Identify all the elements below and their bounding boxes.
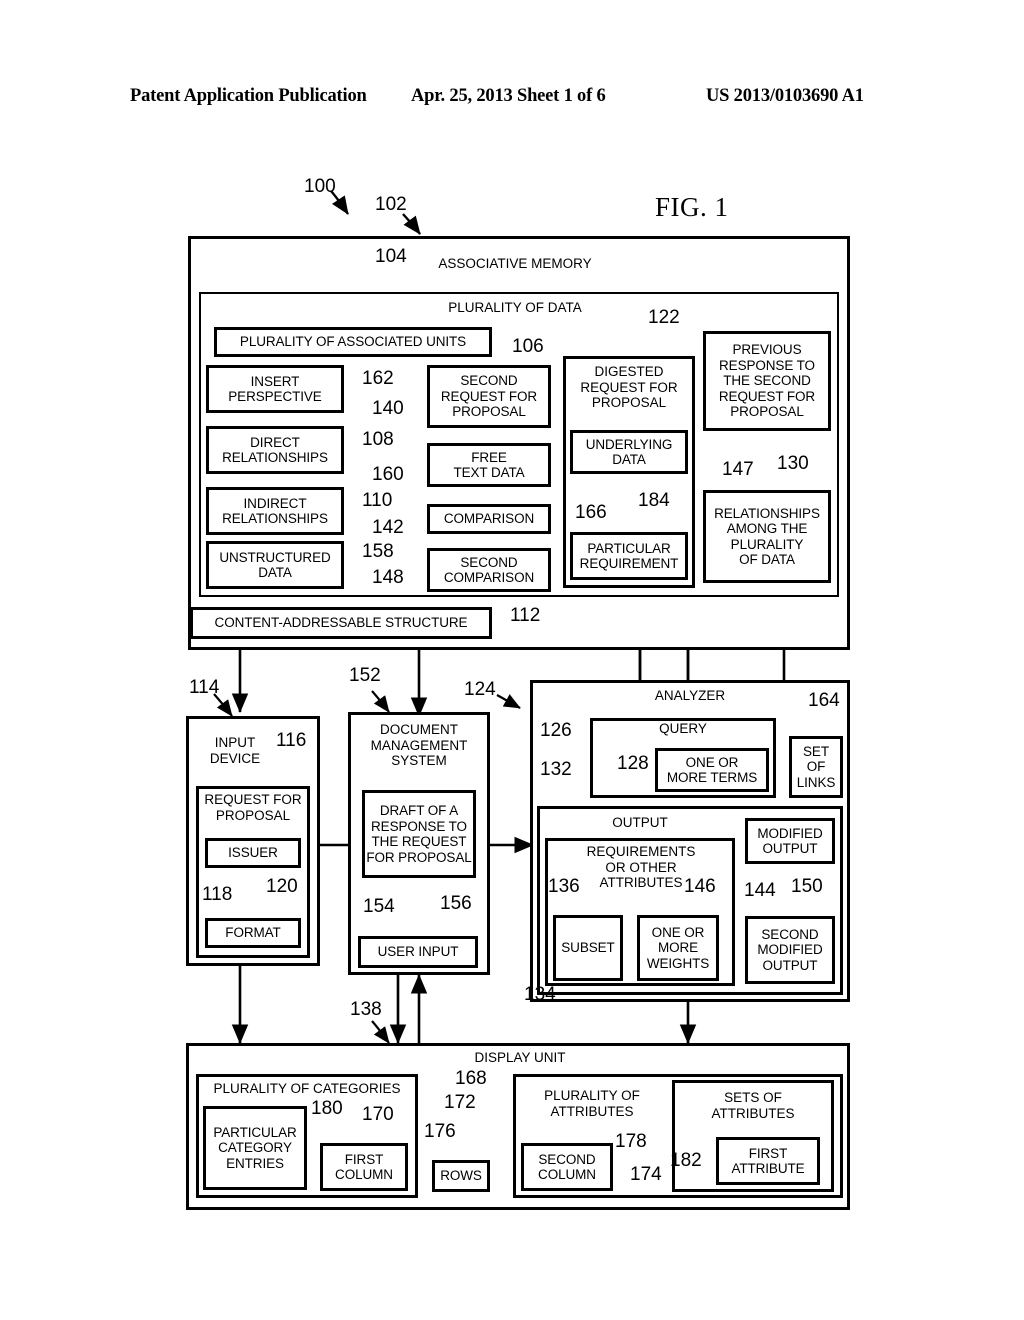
issuer-box: ISSUER [205, 838, 301, 868]
header-date-sheet: Apr. 25, 2013 Sheet 1 of 6 [411, 86, 606, 106]
set-of-links-box: SET OF LINKS [789, 736, 843, 798]
ref-158: 158 [362, 541, 394, 562]
ref-180: 180 [311, 1098, 343, 1119]
document-management-system-title: DOCUMENT MANAGEMENT SYSTEM [370, 722, 468, 768]
ref-134: 134 [524, 984, 556, 1005]
request-for-proposal-title: REQUEST FOR PROPOSAL [204, 792, 302, 823]
ref-184: 184 [638, 490, 670, 511]
header-patent-number: US 2013/0103690 A1 [706, 86, 864, 106]
plurality-of-categories-title: PLURALITY OF CATEGORIES [213, 1081, 401, 1096]
particular-requirement-box: PARTICULAR REQUIREMENT [570, 532, 688, 580]
query-title: QUERY [659, 721, 707, 736]
modified-output-box: MODIFIED OUTPUT [745, 818, 835, 864]
plurality-of-data-title: PLURALITY OF DATA [448, 300, 582, 315]
insert-perspective-box: INSERT PERSPECTIVE [206, 365, 344, 413]
content-addressable-structure-box: CONTENT-ADDRESSABLE STRUCTURE [190, 607, 492, 639]
header-left-text: Patent Application Publication [130, 86, 367, 106]
ref-128: 128 [617, 753, 649, 774]
one-or-more-terms-box: ONE OR MORE TERMS [655, 748, 769, 792]
previous-response-box: PREVIOUS RESPONSE TO THE SECOND REQUEST … [703, 331, 831, 431]
input-device-title: INPUT DEVICE [209, 735, 261, 766]
ref-100: 100 [304, 176, 336, 197]
plurality-of-associated-units-box: PLURALITY OF ASSOCIATED UNITS [214, 327, 492, 357]
ref-174: 174 [630, 1164, 662, 1185]
ref-154: 154 [363, 896, 395, 917]
second-request-for-proposal-box: SECOND REQUEST FOR PROPOSAL [427, 365, 551, 428]
indirect-relationships-box: INDIRECT RELATIONSHIPS [206, 487, 344, 535]
sets-of-attributes-title: SETS OF ATTRIBUTES [711, 1090, 795, 1121]
ref-182: 182 [670, 1150, 702, 1171]
ref-152: 152 [349, 665, 381, 686]
output-title: OUTPUT [612, 815, 668, 830]
one-or-more-weights-box: ONE OR MORE WEIGHTS [637, 915, 719, 981]
plurality-of-attributes-title: PLURALITY OF ATTRIBUTES [544, 1088, 640, 1119]
ref-138: 138 [350, 999, 382, 1020]
ref-104: 104 [375, 246, 407, 267]
ref-176: 176 [424, 1121, 456, 1142]
ref-132: 132 [540, 759, 572, 780]
ref-136: 136 [548, 876, 580, 897]
first-column-box: FIRST COLUMN [320, 1143, 408, 1191]
second-column-box: SECOND COLUMN [521, 1143, 613, 1191]
ref-150: 150 [791, 876, 823, 897]
ref-160: 160 [372, 464, 404, 485]
ref-147: 147 [722, 459, 754, 480]
rows-box: ROWS [432, 1160, 490, 1192]
user-input-box: USER INPUT [358, 936, 478, 968]
ref-162: 162 [362, 368, 394, 389]
ref-110: 110 [362, 490, 393, 511]
ref-164: 164 [808, 690, 840, 711]
format-box: FORMAT [205, 918, 301, 948]
free-text-data-box: FREE TEXT DATA [427, 443, 551, 487]
ref-144: 144 [744, 880, 776, 901]
ref-114: 114 [189, 677, 220, 698]
first-attribute-box: FIRST ATTRIBUTE [716, 1137, 820, 1185]
ref-118: 118 [202, 884, 233, 905]
ref-172: 172 [444, 1092, 476, 1113]
second-comparison-box: SECOND COMPARISON [427, 548, 551, 592]
ref-170: 170 [362, 1104, 394, 1125]
ref-140: 140 [372, 398, 404, 419]
comparison-box: COMPARISON [427, 504, 551, 534]
ref-142: 142 [372, 517, 404, 538]
ref-168: 168 [455, 1068, 487, 1089]
digested-request-title: DIGESTED REQUEST FOR PROPOSAL [580, 364, 678, 410]
ref-120: 120 [266, 876, 298, 897]
draft-response-box: DRAFT OF A RESPONSE TO THE REQUEST FOR P… [362, 790, 476, 878]
ref-102: 102 [375, 194, 407, 215]
subset-box: SUBSET [553, 915, 623, 981]
ref-148: 148 [372, 567, 404, 588]
direct-relationships-box: DIRECT RELATIONSHIPS [206, 426, 344, 474]
ref-112: 112 [510, 605, 541, 626]
ref-166: 166 [575, 502, 607, 523]
ref-156: 156 [440, 893, 472, 914]
particular-category-entries-box: PARTICULAR CATEGORY ENTRIES [203, 1106, 307, 1190]
relationships-among-data-box: RELATIONSHIPS AMONG THE PLURALITY OF DAT… [703, 490, 831, 583]
ref-124: 124 [464, 679, 496, 700]
ref-130: 130 [777, 453, 809, 474]
analyzer-title: ANALYZER [654, 688, 726, 703]
underlying-data-box: UNDERLYING DATA [570, 430, 688, 474]
ref-126: 126 [540, 720, 572, 741]
unstructured-data-box: UNSTRUCTURED DATA [206, 541, 344, 589]
ref-116: 116 [276, 730, 307, 751]
ref-108: 108 [362, 429, 394, 450]
ref-146: 146 [684, 876, 716, 897]
figure-label: FIG. 1 [655, 192, 729, 222]
second-modified-output-box: SECOND MODIFIED OUTPUT [745, 916, 835, 984]
ref-122: 122 [648, 307, 680, 328]
ref-106: 106 [512, 336, 544, 357]
display-unit-title: DISPLAY UNIT [474, 1050, 566, 1065]
ref-178: 178 [615, 1131, 647, 1152]
